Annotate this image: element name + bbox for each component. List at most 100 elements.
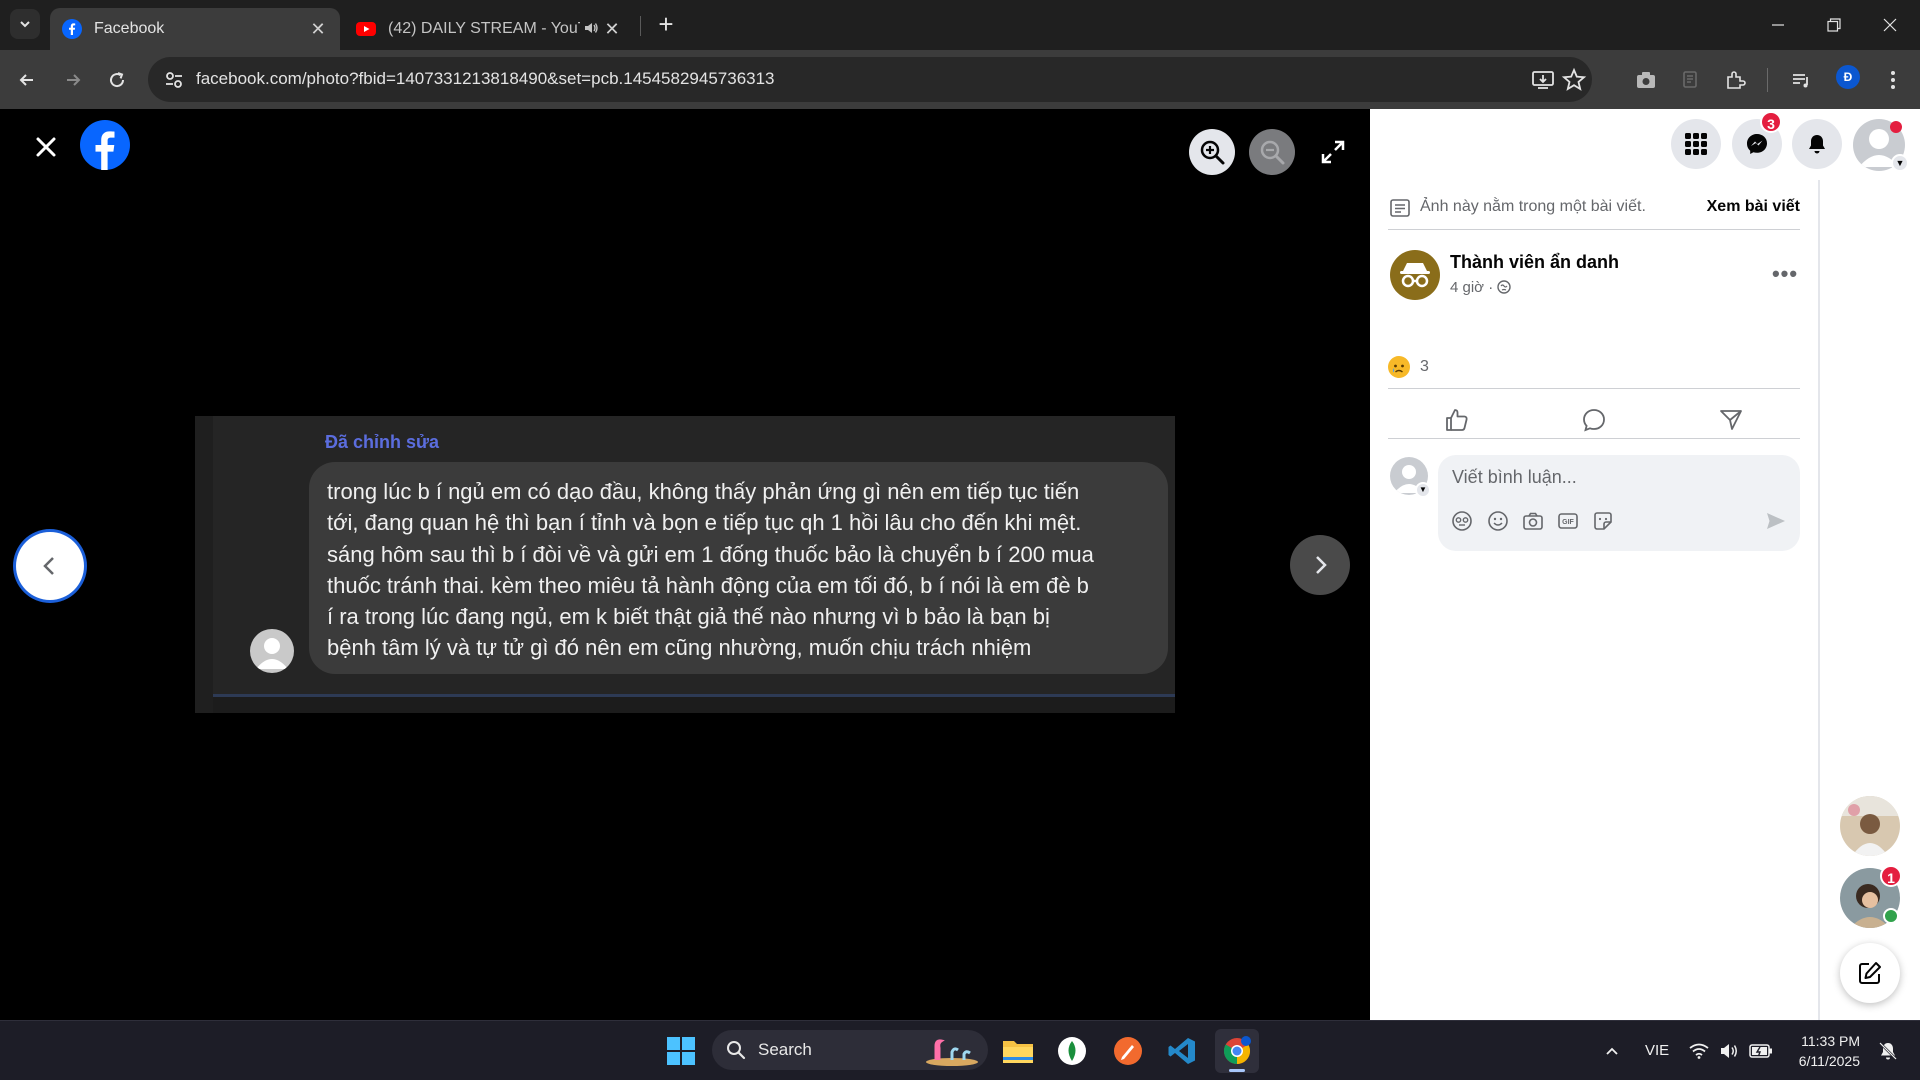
facebook-icon <box>62 19 82 39</box>
volume-status[interactable] <box>1714 1029 1744 1073</box>
avatar-sticker-icon <box>1452 511 1472 531</box>
battery-status[interactable] <box>1745 1029 1777 1073</box>
screenshot-extension-button[interactable] <box>1628 62 1664 98</box>
new-message-button[interactable] <box>1840 943 1900 1003</box>
start-button[interactable] <box>659 1029 703 1073</box>
notifications-button[interactable] <box>1792 119 1842 169</box>
share-button[interactable] <box>1662 398 1799 442</box>
media-queue-icon <box>1793 74 1808 88</box>
clock-date: 6/11/2025 <box>1798 1053 1860 1069</box>
bookmark-star-icon[interactable] <box>1561 67 1587 93</box>
contact-photo-icon <box>1840 796 1900 856</box>
chrome-icon <box>1223 1036 1251 1065</box>
system-clock[interactable]: 11:33 PM 6/11/2025 <box>1790 1031 1860 1071</box>
account-chevron-icon[interactable]: ▼ <box>1891 154 1909 172</box>
leaf-app-icon <box>1058 1037 1086 1065</box>
send-comment-button[interactable] <box>1764 509 1788 533</box>
tab-youtube[interactable]: (42) DAILY STREAM - YouTu ✕ <box>344 8 634 50</box>
comment-input[interactable] <box>1452 463 1782 491</box>
avatar-sticker-button[interactable] <box>1450 509 1474 533</box>
minimize-icon <box>1772 24 1784 26</box>
emoji-button[interactable] <box>1486 509 1510 533</box>
tab-close-icon[interactable]: ✕ <box>602 19 622 40</box>
extension-button[interactable] <box>1672 62 1708 98</box>
restore-button[interactable] <box>1806 0 1862 50</box>
sticker-button[interactable] <box>1591 509 1615 533</box>
reload-button[interactable] <box>99 62 135 98</box>
tab-facebook[interactable]: Facebook ✕ <box>50 8 340 50</box>
tab-strip: Facebook ✕ (42) DAILY STREAM - YouTu ✕ + <box>0 0 1920 50</box>
forward-button[interactable] <box>55 62 91 98</box>
input-language[interactable]: VIE <box>1645 1042 1669 1059</box>
camera-icon <box>1523 512 1543 530</box>
bell-snooze-icon <box>1879 1042 1897 1060</box>
anonymous-member-avatar[interactable] <box>1390 250 1440 300</box>
share-icon <box>1719 410 1742 430</box>
toolbar-divider <box>1767 68 1768 92</box>
comment-button[interactable] <box>1525 398 1662 442</box>
site-settings-icon[interactable] <box>162 68 186 92</box>
taskbar-search[interactable]: Search <box>712 1030 988 1070</box>
like-button[interactable] <box>1388 398 1525 442</box>
minimize-button[interactable] <box>1750 0 1806 50</box>
folder-icon <box>1003 1041 1033 1063</box>
gif-button[interactable]: GIF <box>1556 509 1580 533</box>
install-app-icon[interactable] <box>1530 67 1556 93</box>
fullscreen-icon[interactable] <box>1318 137 1348 167</box>
chat-head-contact[interactable] <box>1840 796 1900 856</box>
author-name[interactable]: Thành viên ẩn danh <box>1450 252 1619 273</box>
messenger-badge: 3 <box>1760 111 1782 133</box>
show-hidden-icons-button[interactable] <box>1590 1029 1634 1073</box>
extensions-button[interactable] <box>1717 62 1753 98</box>
facebook-logo-icon[interactable] <box>80 120 130 170</box>
post-side-panel: 3 ▼ Ảnh này nằm trong một bài viết. Xem … <box>1370 109 1920 1020</box>
next-photo-button[interactable] <box>1290 535 1350 595</box>
kebab-menu-icon <box>1891 71 1895 89</box>
orange-app[interactable] <box>1106 1029 1150 1073</box>
notification-center-button[interactable] <box>1870 1029 1906 1073</box>
battery-charging-icon <box>1749 1044 1772 1058</box>
back-button[interactable] <box>9 62 45 98</box>
reactions-summary[interactable]: 3 <box>1388 355 1429 379</box>
speaker-icon[interactable] <box>580 20 602 39</box>
chat-screenshot-footer <box>213 694 1175 713</box>
zoom-in-button[interactable] <box>1189 129 1235 175</box>
close-window-button[interactable] <box>1862 0 1918 50</box>
clock-time: 11:33 PM <box>1801 1033 1860 1049</box>
svg-text:GIF: GIF <box>1562 519 1574 526</box>
vscode-app[interactable] <box>1160 1029 1204 1073</box>
media-controls-button[interactable] <box>1783 62 1819 98</box>
profile-avatar[interactable]: Đ <box>1836 65 1860 89</box>
post-time[interactable]: 4 giờ · <box>1450 279 1512 296</box>
post-icon <box>1390 199 1410 217</box>
close-viewer-icon[interactable] <box>28 129 64 165</box>
menu-button[interactable] <box>1671 119 1721 169</box>
commenter-chevron-icon[interactable]: ▼ <box>1415 482 1431 498</box>
chevron-right-icon <box>1316 556 1327 574</box>
file-explorer-app[interactable] <box>996 1029 1040 1073</box>
comment-icon <box>1582 409 1605 432</box>
photo-button[interactable] <box>1521 509 1545 533</box>
reload-icon <box>110 72 125 88</box>
post-note: Ảnh này nằm trong một bài viết. Xem bài … <box>1390 197 1800 219</box>
compose-icon <box>1859 962 1881 984</box>
sender-avatar <box>250 629 294 673</box>
default-avatar-icon <box>256 638 288 669</box>
green-app[interactable] <box>1050 1029 1094 1073</box>
tab-close-icon[interactable]: ✕ <box>308 19 328 40</box>
chrome-menu-button[interactable] <box>1875 62 1911 98</box>
post-options-button[interactable]: ••• <box>1768 257 1802 291</box>
zoom-out-button[interactable] <box>1249 129 1295 175</box>
search-label: Search <box>758 1040 812 1059</box>
previous-photo-button[interactable] <box>16 532 84 600</box>
chrome-app[interactable] <box>1215 1029 1259 1073</box>
message-bubble: trong lúc b í ngủ em có dạo đầu, không t… <box>309 462 1168 674</box>
address-bar[interactable]: facebook.com/photo?fbid=1407331213818490… <box>148 57 1592 102</box>
wifi-status[interactable] <box>1684 1029 1714 1073</box>
url-text[interactable]: facebook.com/photo?fbid=1407331213818490… <box>196 69 775 89</box>
new-tab-button[interactable]: + <box>651 10 681 40</box>
tab-search-button[interactable] <box>10 9 40 39</box>
view-post-link[interactable]: Xem bài viết <box>1707 198 1800 216</box>
zoom-out-icon <box>1260 140 1285 165</box>
bell-icon <box>1809 135 1825 154</box>
